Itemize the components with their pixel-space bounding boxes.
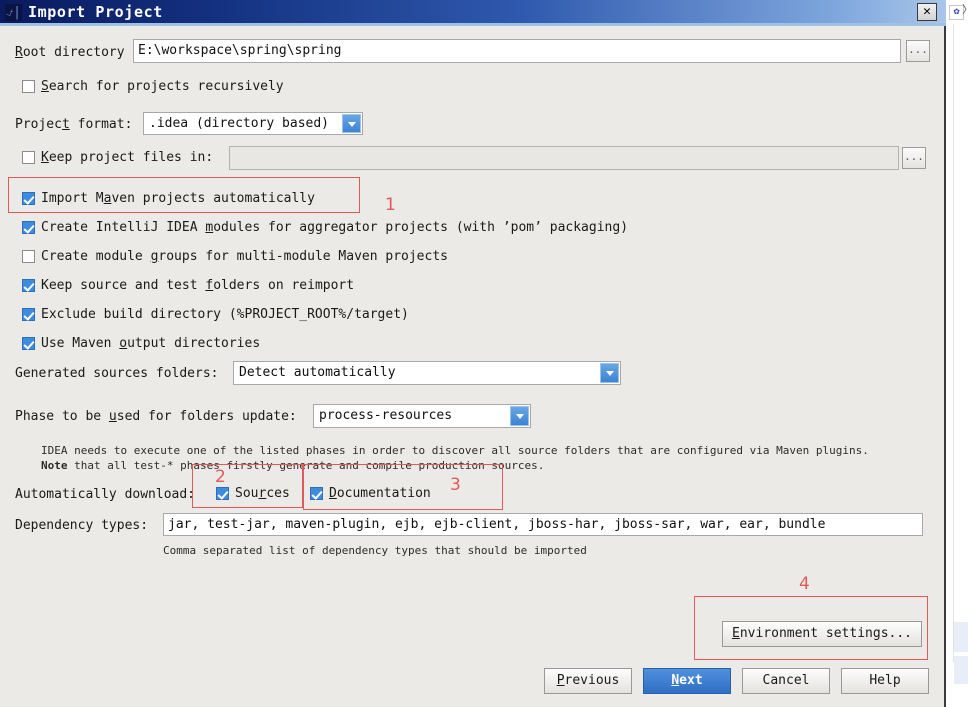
phase-label: Phase to be used for folders update:: [15, 409, 297, 425]
cancel-button[interactable]: Cancel: [742, 668, 830, 694]
import-maven-automatically-label: Import Maven projects automatically: [41, 191, 315, 206]
chevron-down-icon[interactable]: [342, 114, 361, 133]
generated-sources-value: Detect automatically: [239, 365, 396, 380]
create-module-groups-checkbox[interactable]: [22, 250, 35, 263]
previous-label: revious: [564, 673, 620, 688]
project-format-label-c: format:: [69, 117, 133, 132]
environment-settings-label: nvironment settings...: [739, 626, 912, 641]
project-format-label-a: Projec: [15, 117, 62, 132]
phase-label-mnemonic: u: [108, 409, 117, 424]
download-sources-label: Sources: [235, 486, 290, 501]
create-idea-modules-label: Create IntelliJ IDEA modules for aggrega…: [41, 220, 629, 235]
dependency-types-label: Dependency types:: [15, 518, 149, 533]
previous-mnemonic: P: [556, 673, 565, 688]
generated-sources-combobox[interactable]: Detect automatically: [233, 361, 621, 385]
keep-project-files-browse-button[interactable]: ...: [902, 147, 926, 169]
import-project-dialog: ⍻| Import Project ✕ Root directory E:\wo…: [0, 0, 946, 707]
use-maven-output-dirs-label: Use Maven output directories: [41, 336, 261, 351]
project-format-label-mnemonic: t: [61, 117, 70, 132]
previous-button[interactable]: Previous: [544, 668, 632, 694]
phase-combobox[interactable]: process-resources: [313, 404, 531, 428]
auto-download-label: Automatically download:: [15, 487, 196, 502]
root-directory-label-rest: oot directory: [22, 45, 125, 60]
download-documentation-checkbox[interactable]: [310, 487, 323, 500]
title-bar[interactable]: ⍻| Import Project ✕: [0, 0, 946, 26]
import-maven-automatically-checkbox[interactable]: [22, 192, 35, 205]
close-icon[interactable]: ✕: [917, 3, 937, 21]
dialog-body: Root directory E:\workspace\spring\sprin…: [0, 29, 944, 707]
keep-source-test-folders-label: Keep source and test folders on reimport: [41, 278, 355, 293]
search-recursively-label: Search for projects recursively: [41, 79, 284, 94]
root-directory-browse-button[interactable]: ...: [906, 40, 930, 62]
exclude-build-directory-checkbox[interactable]: [22, 308, 35, 321]
phase-note-bold: Note: [41, 459, 68, 472]
background-window-band: [954, 656, 968, 684]
download-documentation-label: Documentation: [329, 486, 431, 501]
background-window-strip[interactable]: [953, 22, 968, 684]
use-maven-output-dirs-checkbox[interactable]: [22, 337, 35, 350]
environment-settings-mnemonic: E: [731, 626, 740, 641]
phase-note-line-1: IDEA needs to execute one of the listed …: [41, 444, 869, 457]
chevron-right-icon: 〉: [962, 4, 968, 16]
generated-sources-label: Generated sources folders:: [15, 366, 219, 381]
dependency-types-hint: Comma separated list of dependency types…: [163, 544, 587, 557]
root-directory-label-mnemonic: R: [15, 45, 23, 60]
phase-value: process-resources: [319, 408, 453, 423]
root-directory-label: Root directory: [15, 45, 125, 61]
idea-logo-icon: ⍻|: [5, 4, 22, 21]
keep-project-files-label: Keep project files in:: [41, 150, 214, 165]
project-format-label: Project format:: [15, 117, 132, 133]
chevron-down-icon[interactable]: [600, 363, 619, 383]
next-label: ext: [679, 673, 703, 688]
create-module-groups-label: Create module groups for multi-module Ma…: [41, 249, 448, 264]
dependency-types-input[interactable]: jar, test-jar, maven-plugin, ejb, ejb-cl…: [163, 513, 923, 536]
create-idea-modules-checkbox[interactable]: [22, 221, 35, 234]
root-directory-input[interactable]: E:\workspace\spring\spring: [133, 39, 901, 63]
phase-note-rest: that all test-* phases firstly generate …: [67, 459, 545, 472]
search-recursively-checkbox[interactable]: [22, 80, 35, 93]
keep-project-files-checkbox[interactable]: [22, 151, 35, 164]
screen-root: ✿ 〉 ⍻| Import Project ✕ Root directory E…: [0, 0, 968, 707]
background-window-band: [954, 622, 968, 652]
taskbar-app-icon[interactable]: ✿ 〉: [947, 2, 968, 24]
exclude-build-directory-label: Exclude build directory (%PROJECT_ROOT%/…: [41, 307, 409, 322]
phase-label-a: Phase to be: [15, 409, 109, 424]
project-format-combobox[interactable]: .idea (directory based): [143, 112, 363, 135]
next-mnemonic: N: [671, 673, 680, 688]
next-button[interactable]: Next: [643, 668, 731, 694]
keep-source-test-folders-checkbox[interactable]: [22, 279, 35, 292]
help-button[interactable]: Help: [841, 668, 929, 694]
keep-project-files-input[interactable]: [229, 146, 899, 170]
environment-settings-button[interactable]: Environment settings...: [722, 621, 922, 647]
chevron-down-icon[interactable]: [510, 406, 529, 426]
phase-label-c: sed for folders update:: [116, 409, 297, 424]
phase-note-line-2: Note that all test-* phases firstly gene…: [41, 458, 544, 473]
window-title: Import Project: [28, 3, 163, 21]
project-format-value: .idea (directory based): [149, 116, 330, 131]
download-sources-checkbox[interactable]: [216, 487, 229, 500]
